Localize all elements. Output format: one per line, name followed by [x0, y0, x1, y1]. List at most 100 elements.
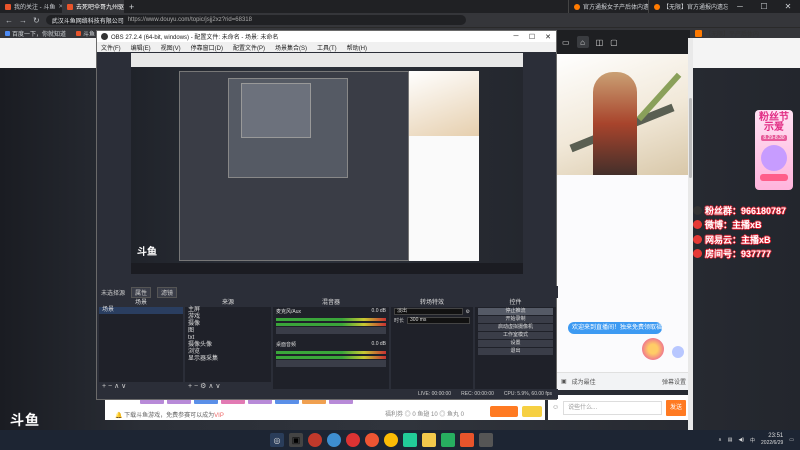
social-row: 房间号：937777	[693, 247, 798, 262]
chat-input[interactable]: 说些什么...	[563, 400, 662, 415]
menu-tools[interactable]: 工具(T)	[317, 43, 337, 52]
exit-button[interactable]: 退出	[478, 348, 553, 355]
reload-icon[interactable]: ↻	[33, 16, 40, 25]
volume-meter	[276, 318, 386, 321]
scenes-dock: 场景 场景 + − ∧ ∨	[99, 299, 183, 391]
filters-button[interactable]: 滤镜	[157, 286, 178, 298]
settings-circle-icon[interactable]	[672, 346, 684, 358]
home-icon[interactable]: ⌂	[576, 36, 589, 48]
source-item[interactable]: 游戏	[185, 314, 271, 321]
emoji-icon[interactable]: ☺	[552, 404, 559, 411]
virtual-camera-button[interactable]: 启动虚拟摄像机	[478, 324, 553, 331]
tab-news-2[interactable]: 【无限】官方通报内遗忘	[648, 0, 728, 13]
weibo-icon	[693, 220, 702, 230]
banner-button[interactable]	[760, 174, 788, 181]
obs-preview[interactable]: 斗鱼	[131, 53, 523, 274]
source-toolbar: 未选择源 属性 滤镜	[97, 286, 558, 298]
fan-festival-banner[interactable]: 粉丝节 示爱 8.29-8.30	[755, 110, 793, 190]
menu-view[interactable]: 视图(V)	[161, 43, 181, 52]
network-icon[interactable]: ▤	[728, 437, 733, 443]
obs-icon[interactable]	[308, 433, 322, 447]
ime-icon[interactable]: 中	[750, 437, 755, 444]
edge-icon[interactable]	[327, 433, 341, 447]
douyu-app-icon[interactable]	[460, 433, 474, 447]
volume-icon[interactable]: ◀)	[738, 437, 744, 443]
menu-file[interactable]: 文件(F)	[101, 43, 121, 52]
game-icon[interactable]: ▣	[289, 433, 303, 447]
steam-icon[interactable]: ◎	[270, 433, 284, 447]
stop-streaming-button[interactable]: 停止推流	[478, 308, 553, 315]
settings-button[interactable]: 设置	[478, 340, 553, 347]
expand-icon[interactable]: ▢	[610, 38, 618, 47]
source-item[interactable]: 摄像头像	[185, 342, 271, 349]
maximize-icon[interactable]: ☐	[524, 33, 540, 41]
douyu-logo: 斗鱼	[10, 412, 40, 428]
source-item[interactable]: 显示器采集	[185, 356, 271, 363]
emote-avatar	[642, 338, 664, 360]
folder-icon[interactable]	[422, 433, 436, 447]
transitions-header: 转场特效	[391, 299, 473, 307]
properties-button[interactable]: 属性	[131, 286, 152, 298]
danmaku-settings[interactable]: 弹幕设置	[662, 377, 686, 386]
minimize-window-icon[interactable]: ─	[728, 2, 752, 11]
forward-icon[interactable]: →	[19, 16, 27, 25]
camera-icon[interactable]: ▭	[562, 38, 570, 47]
source-item[interactable]: 图	[185, 328, 271, 335]
obs-title: OBS 27.2.4 (64-bit, windows) - 配置文件: 未命名…	[111, 35, 279, 41]
weibo-icon[interactable]	[365, 433, 379, 447]
menu-scene-collection[interactable]: 场景集合(S)	[275, 43, 307, 52]
start-recording-button[interactable]: 开始录制	[478, 316, 553, 323]
notification-icon[interactable]: ▭	[789, 437, 794, 443]
sources-header: 来源	[185, 299, 271, 307]
transition-select[interactable]: 淡出	[394, 308, 463, 315]
clock[interactable]: 23:51 2022/6/29	[761, 433, 783, 447]
source-item[interactable]: 浏览	[185, 349, 271, 356]
app-icon[interactable]	[441, 433, 455, 447]
best-link[interactable]: 成为最佳	[572, 377, 596, 386]
media-icon[interactable]	[403, 433, 417, 447]
scene-item[interactable]: 场景	[99, 307, 183, 314]
tab-my-follow[interactable]: 我的关注 - 斗鱼 ✕	[0, 0, 62, 13]
tab-news[interactable]: 官方通报女子产后体内遗忘	[568, 0, 648, 13]
download-tip[interactable]: 🔔 下载斗鱼游戏，免费参赛可以成为VIP	[115, 410, 224, 419]
menu-edit[interactable]: 编辑(E)	[131, 43, 151, 52]
gear-icon[interactable]: ⚙	[466, 309, 470, 315]
gift-icon[interactable]: ▣	[561, 378, 567, 385]
recharge-button[interactable]	[490, 406, 518, 417]
url-input[interactable]: 武汉斗鱼网络科技有限公司 https://www.douyu.com/topic/…	[45, 15, 466, 25]
right-ad[interactable]: 【无限】平产后体内	[695, 28, 800, 38]
duration-input[interactable]: 300 ms	[407, 317, 470, 324]
source-item[interactable]: txt	[185, 335, 271, 342]
source-item[interactable]: 摄像	[185, 321, 271, 328]
terminal-icon[interactable]	[479, 433, 493, 447]
no-source-label: 未选择源	[101, 290, 126, 297]
send-button[interactable]: 发送	[666, 399, 686, 416]
studio-mode-button[interactable]: 工作室模式	[478, 332, 553, 339]
douyu-favicon-icon	[76, 30, 82, 36]
tab-stream[interactable]: 去死吧伞哥九州驱动✕	[62, 0, 124, 13]
netease-icon[interactable]	[346, 433, 360, 447]
gamepad-icon[interactable]: ◫	[596, 38, 604, 47]
volume-slider[interactable]	[276, 327, 386, 334]
new-tab-button[interactable]: +	[124, 2, 139, 12]
close-icon[interactable]: ✕	[540, 33, 556, 41]
chevron-up-icon[interactable]: ∧	[718, 437, 722, 443]
menu-docks[interactable]: 停靠窗口(D)	[191, 43, 223, 52]
obs-logo-icon	[101, 33, 108, 40]
bookmark-baidu[interactable]: 百度一下，你就知道	[5, 29, 66, 38]
source-item[interactable]: 主屏	[185, 307, 271, 314]
anchor-image	[557, 54, 690, 187]
minimize-icon[interactable]: ─	[508, 33, 524, 41]
controls-header: 控件	[475, 299, 556, 307]
menu-profile[interactable]: 配置文件(P)	[233, 43, 265, 52]
chrome-icon[interactable]	[384, 433, 398, 447]
mixer-track: 麦克风/Aux 0.0 dB	[276, 308, 386, 315]
controls-dock: 控件 停止推流 开始录制 启动虚拟摄像机 工作室模式 设置 退出	[475, 299, 556, 391]
back-icon[interactable]: ←	[5, 16, 13, 25]
menu-help[interactable]: 帮助(H)	[347, 43, 367, 52]
bag-button[interactable]	[522, 406, 542, 417]
volume-slider[interactable]	[276, 360, 386, 367]
maximize-window-icon[interactable]: ☐	[752, 2, 776, 11]
close-window-icon[interactable]: ✕	[776, 2, 800, 11]
scrollbar-thumb[interactable]	[689, 98, 692, 178]
